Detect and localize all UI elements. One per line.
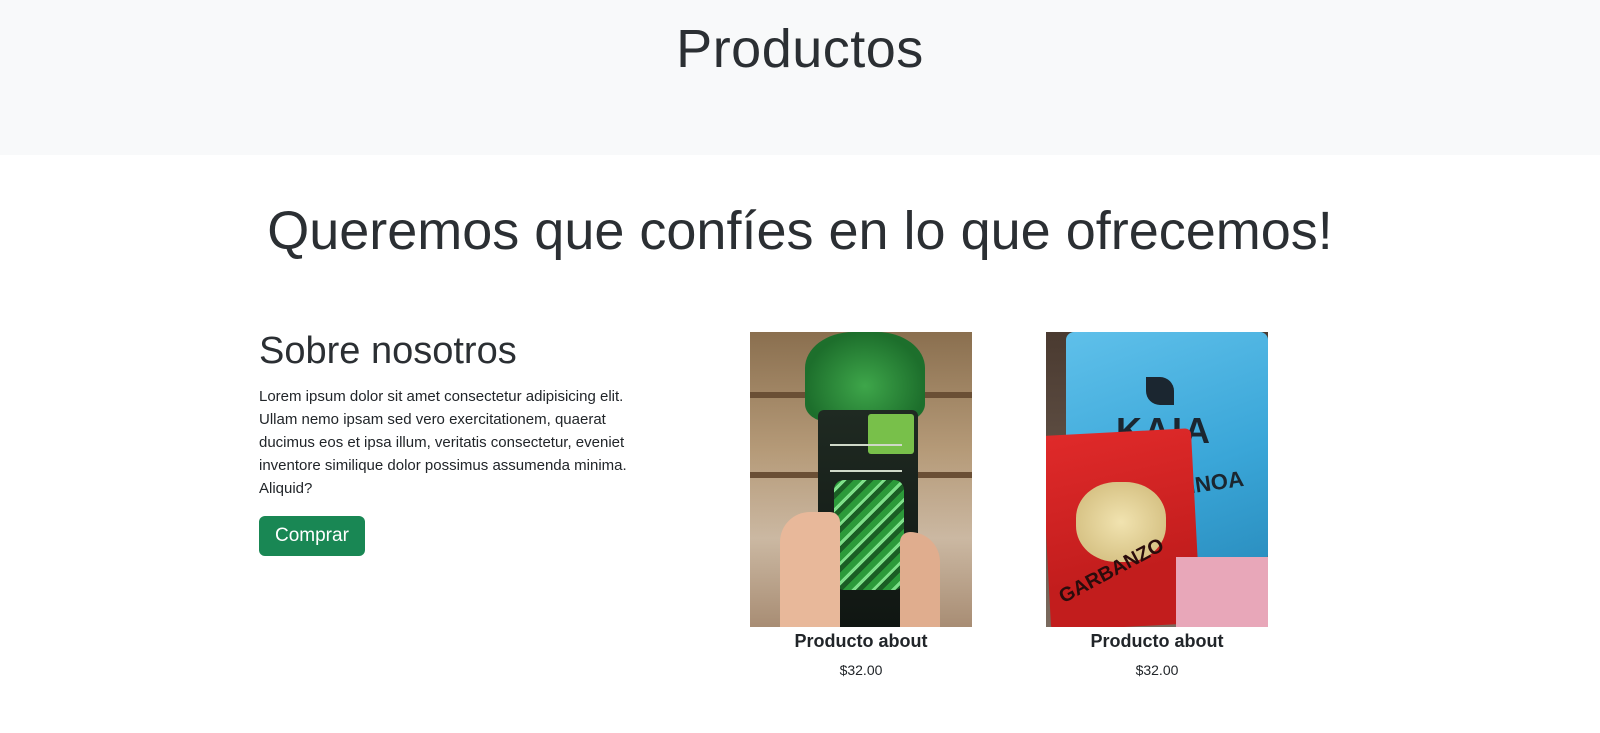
buy-button[interactable]: Comprar bbox=[259, 516, 365, 556]
product-name: Producto about bbox=[794, 631, 928, 651]
product-image[interactable] bbox=[750, 332, 972, 627]
product-image[interactable]: KAIA QUINOA GARBANZO bbox=[1046, 332, 1268, 627]
hero-banner: Productos bbox=[0, 0, 1600, 155]
about-section: Sobre nosotros Lorem ipsum dolor sit ame… bbox=[259, 330, 659, 556]
page-title: Productos bbox=[676, 19, 924, 79]
tagline-heading: Queremos que confíes en lo que ofrecemos… bbox=[267, 201, 1333, 261]
about-text: Lorem ipsum dolor sit amet consectetur a… bbox=[259, 388, 627, 497]
product-card[interactable]: Producto about $32.00 bbox=[750, 332, 972, 678]
about-title: Sobre nosotros bbox=[259, 330, 517, 372]
product-card[interactable]: KAIA QUINOA GARBANZO Producto about $32.… bbox=[1046, 332, 1268, 678]
product-price: $32.00 bbox=[1135, 662, 1179, 678]
product-price: $32.00 bbox=[839, 662, 883, 678]
product-name: Producto about bbox=[1090, 631, 1224, 651]
